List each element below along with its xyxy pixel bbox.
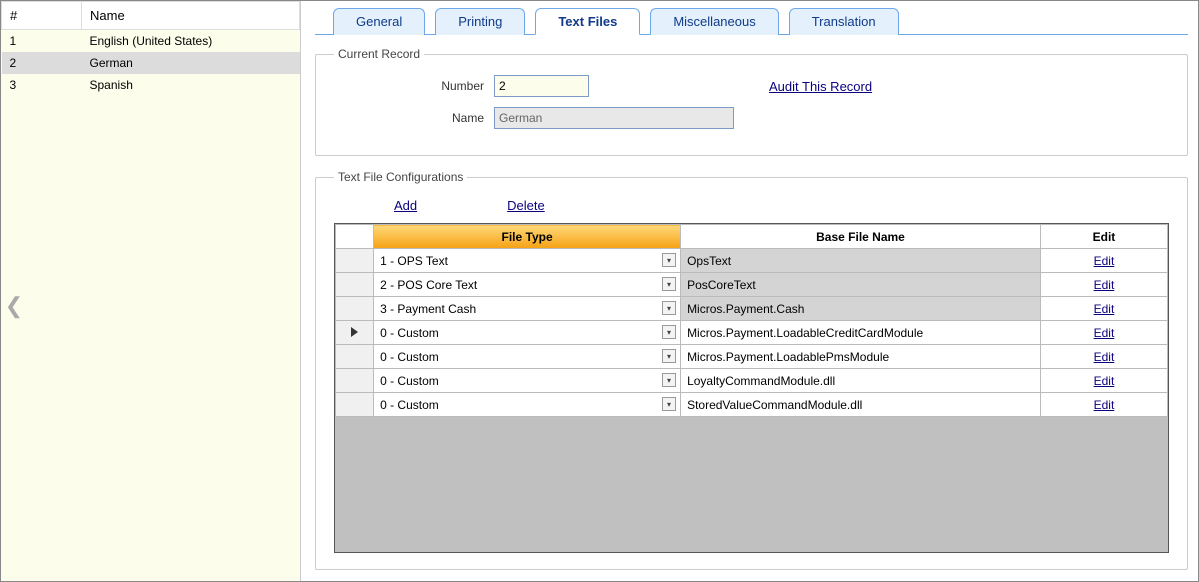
table-row[interactable]: 3 - Payment Cash ▾ Micros.Payment.Cash Edit xyxy=(336,297,1168,321)
chevron-left-icon[interactable]: ❮ xyxy=(5,291,23,321)
lang-name: Spanish xyxy=(82,74,300,96)
table-row[interactable]: 3Spanish xyxy=(2,74,300,96)
row-marker xyxy=(336,297,374,321)
language-list-panel: # Name 1English (United States)2German3S… xyxy=(1,1,301,581)
edit-cell: Edit xyxy=(1040,393,1167,417)
edit-cell: Edit xyxy=(1040,345,1167,369)
file-type-value: 1 - OPS Text xyxy=(380,254,448,268)
file-type-cell[interactable]: 0 - Custom ▾ xyxy=(374,369,681,393)
tab-text-files[interactable]: Text Files xyxy=(535,8,640,35)
lang-num: 1 xyxy=(2,30,82,53)
tab-miscellaneous[interactable]: Miscellaneous xyxy=(650,8,778,35)
edit-link[interactable]: Edit xyxy=(1094,374,1115,388)
add-link[interactable]: Add xyxy=(394,198,417,213)
file-type-value: 2 - POS Core Text xyxy=(380,278,477,292)
lang-name: German xyxy=(82,52,300,74)
row-marker xyxy=(336,393,374,417)
row-marker xyxy=(336,369,374,393)
base-file-cell[interactable]: Micros.Payment.LoadablePmsModule xyxy=(681,345,1041,369)
audit-link[interactable]: Audit This Record xyxy=(769,79,872,94)
col-header-basefile[interactable]: Base File Name xyxy=(681,225,1041,249)
detail-panel: General Printing Text Files Miscellaneous Tr… xyxy=(301,1,1198,581)
dropdown-icon[interactable]: ▾ xyxy=(662,373,676,387)
col-header-rowmarker xyxy=(336,225,374,249)
file-type-cell[interactable]: 0 - Custom ▾ xyxy=(374,393,681,417)
table-row[interactable]: 0 - Custom ▾ StoredValueCommandModule.dll E… xyxy=(336,393,1168,417)
name-input xyxy=(494,107,734,129)
text-file-config-fieldset: Text File Configurations Add Delete File… xyxy=(315,170,1188,570)
table-row[interactable]: 1English (United States) xyxy=(2,30,300,53)
row-marker xyxy=(336,273,374,297)
row-marker xyxy=(336,321,374,345)
file-type-cell[interactable]: 0 - Custom ▾ xyxy=(374,321,681,345)
name-label: Name xyxy=(334,111,494,125)
table-row[interactable]: 2 - POS Core Text ▾ PosCoreText Edit xyxy=(336,273,1168,297)
edit-link[interactable]: Edit xyxy=(1094,398,1115,412)
dropdown-icon[interactable]: ▾ xyxy=(662,397,676,411)
lang-num: 3 xyxy=(2,74,82,96)
tab-printing[interactable]: Printing xyxy=(435,8,525,35)
current-record-fieldset: Current Record Number Audit This Record … xyxy=(315,47,1188,156)
lang-num: 2 xyxy=(2,52,82,74)
config-table-container: File Type Base File Name Edit 1 - OPS Te… xyxy=(334,223,1169,553)
file-type-cell[interactable]: 2 - POS Core Text ▾ xyxy=(374,273,681,297)
edit-link[interactable]: Edit xyxy=(1094,278,1115,292)
dropdown-icon[interactable]: ▾ xyxy=(662,277,676,291)
base-file-cell[interactable]: LoyaltyCommandModule.dll xyxy=(681,369,1041,393)
edit-link[interactable]: Edit xyxy=(1094,326,1115,340)
file-type-value: 3 - Payment Cash xyxy=(380,302,476,316)
edit-link[interactable]: Edit xyxy=(1094,350,1115,364)
number-label: Number xyxy=(334,79,494,93)
text-file-config-legend: Text File Configurations xyxy=(334,170,467,184)
file-type-value: 0 - Custom xyxy=(380,374,439,388)
tab-bar: General Printing Text Files Miscellaneous Tr… xyxy=(315,7,1188,35)
dropdown-icon[interactable]: ▾ xyxy=(662,325,676,339)
file-type-cell[interactable]: 0 - Custom ▾ xyxy=(374,345,681,369)
edit-cell: Edit xyxy=(1040,369,1167,393)
tab-translation[interactable]: Translation xyxy=(789,8,899,35)
col-header-edit[interactable]: Edit xyxy=(1040,225,1167,249)
dropdown-icon[interactable]: ▾ xyxy=(662,253,676,267)
base-file-cell: PosCoreText xyxy=(681,273,1041,297)
edit-cell: Edit xyxy=(1040,297,1167,321)
file-type-value: 0 - Custom xyxy=(380,350,439,364)
tab-general[interactable]: General xyxy=(333,8,425,35)
edit-cell: Edit xyxy=(1040,321,1167,345)
number-input[interactable] xyxy=(494,75,589,97)
delete-link[interactable]: Delete xyxy=(507,198,545,213)
file-type-cell[interactable]: 3 - Payment Cash ▾ xyxy=(374,297,681,321)
file-type-cell[interactable]: 1 - OPS Text ▾ xyxy=(374,249,681,273)
lang-name: English (United States) xyxy=(82,30,300,53)
edit-cell: Edit xyxy=(1040,249,1167,273)
current-record-legend: Current Record xyxy=(334,47,424,61)
base-file-cell[interactable]: StoredValueCommandModule.dll xyxy=(681,393,1041,417)
language-table: # Name 1English (United States)2German3S… xyxy=(1,1,300,96)
row-marker xyxy=(336,249,374,273)
table-row[interactable]: 1 - OPS Text ▾ OpsText Edit xyxy=(336,249,1168,273)
table-row[interactable]: 0 - Custom ▾ Micros.Payment.LoadablePmsMod… xyxy=(336,345,1168,369)
edit-link[interactable]: Edit xyxy=(1094,302,1115,316)
table-row[interactable]: 2German xyxy=(2,52,300,74)
table-row[interactable]: 0 - Custom ▾ Micros.Payment.LoadableCredit… xyxy=(336,321,1168,345)
base-file-cell[interactable]: Micros.Payment.LoadableCreditCardModule xyxy=(681,321,1041,345)
row-marker xyxy=(336,345,374,369)
config-table: File Type Base File Name Edit 1 - OPS Te… xyxy=(335,224,1168,417)
current-row-icon xyxy=(351,327,358,337)
table-row[interactable]: 0 - Custom ▾ LoyaltyCommandModule.dll Edit xyxy=(336,369,1168,393)
file-type-value: 0 - Custom xyxy=(380,398,439,412)
dropdown-icon[interactable]: ▾ xyxy=(662,301,676,315)
base-file-cell: OpsText xyxy=(681,249,1041,273)
file-type-value: 0 - Custom xyxy=(380,326,439,340)
col-header-num[interactable]: # xyxy=(2,2,82,30)
base-file-cell: Micros.Payment.Cash xyxy=(681,297,1041,321)
col-header-name[interactable]: Name xyxy=(82,2,300,30)
edit-link[interactable]: Edit xyxy=(1094,254,1115,268)
col-header-filetype[interactable]: File Type xyxy=(374,225,681,249)
dropdown-icon[interactable]: ▾ xyxy=(662,349,676,363)
edit-cell: Edit xyxy=(1040,273,1167,297)
